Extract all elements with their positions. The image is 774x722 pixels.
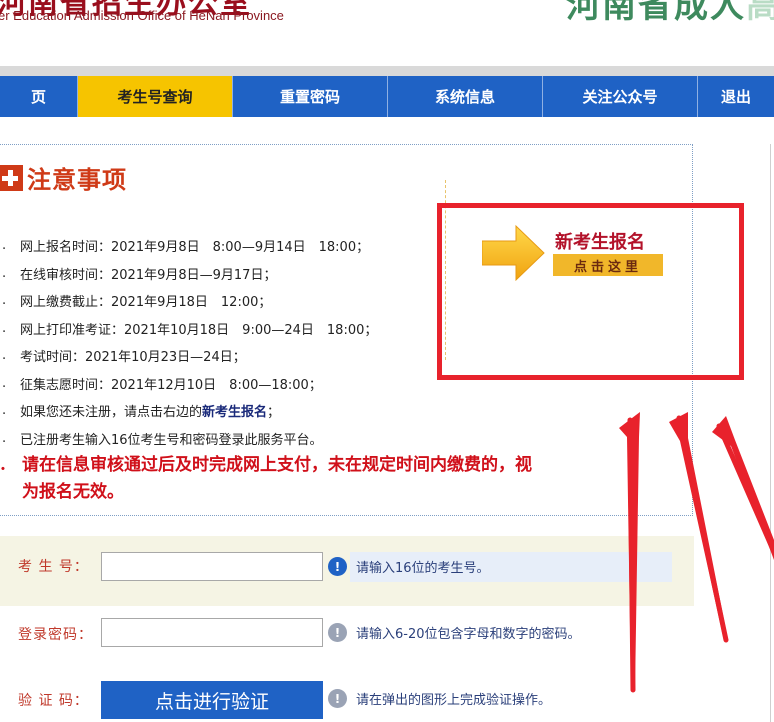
info-icon: ! <box>328 689 347 708</box>
nav-tab-system-info[interactable]: 系统信息 <box>388 76 543 117</box>
nav-tab-exam-no-query[interactable]: 考生号查询 <box>78 76 233 117</box>
exam-no-label: 考 生 号： <box>18 559 89 575</box>
brand-title-right: 河南省成人高 <box>566 0 774 27</box>
notice-item: . 网上缴费截止：2021年9月18日 12:00； <box>2 293 272 311</box>
notice-item: . 征集志愿时间：2021年12月10日 8:00—18:00； <box>2 375 322 393</box>
register-click-here[interactable]: 点击这里 <box>553 254 663 276</box>
nav-tab-follow-account[interactable]: 关注公众号 <box>543 76 698 117</box>
exam-no-hint: 请输入16位的考生号。 <box>356 561 490 576</box>
captcha-label: 验 证 码： <box>18 693 89 709</box>
plus-icon <box>0 164 23 191</box>
notice-item: . 在线审核时间：2021年9月8日—9月17日； <box>2 265 277 283</box>
notice-item: . 已注册考生输入16位考生号和密码登录此服务平台。 <box>2 430 323 448</box>
header-strip <box>0 66 774 76</box>
right-frame <box>770 144 774 722</box>
site-header: 河南省招生办公室 er Education Admission Office o… <box>0 0 774 66</box>
exam-no-input[interactable] <box>101 552 323 581</box>
captcha-verify-button[interactable]: 点击进行验证 <box>101 681 323 719</box>
notice-item: . 考试时间：2021年10月23日—24日； <box>2 348 246 366</box>
logo-english: er Education Admission Office of HeNan P… <box>0 8 284 23</box>
notice-item: . 网上打印准考证：2021年10月18日 9:00—24日 18:00； <box>2 320 378 338</box>
nav-tab-reset-password[interactable]: 重置密码 <box>233 76 388 117</box>
nav-tab-logout[interactable]: 退出 <box>698 76 774 117</box>
new-student-register-link[interactable]: 新考生报名 <box>202 401 267 420</box>
notice-title: 注意事项 <box>0 160 127 195</box>
new-student-register-button[interactable]: 新考生报名 点击这里 <box>482 224 667 284</box>
brand-title-text: 河南省成人 <box>566 0 746 26</box>
notice-item: . 如果您还未注册，请点击右边的 新考生报名； <box>2 401 281 421</box>
annotation-arrow-icon <box>712 416 774 560</box>
payment-warning: . 请在信息审核通过后及时完成网上支付，未在规定时间内缴费的，视 为报名无效。 <box>0 455 532 502</box>
notice-list: . 网上报名时间：2021年9月8日 8:00—9月14日 18:00； . 在线审… <box>0 232 440 452</box>
nav-tab-home[interactable]: 页 <box>0 76 78 117</box>
arrow-right-icon <box>482 224 545 282</box>
notice-title-text: 注意事项 <box>27 165 127 194</box>
main-nav: 页 考生号查询 重置密码 系统信息 关注公众号 退出 <box>0 76 774 117</box>
password-hint: 请输入6-20位包含字母和数字的密码。 <box>356 627 581 642</box>
info-icon: ! <box>328 557 347 576</box>
info-icon: ! <box>328 623 347 642</box>
brand-title-fade: 高 <box>746 0 774 26</box>
captcha-hint: 请在弹出的图形上完成验证操作。 <box>356 693 552 708</box>
register-label: 新考生报名 <box>555 232 645 253</box>
password-input[interactable] <box>101 618 323 647</box>
notice-item: . 网上报名时间：2021年9月8日 8:00—9月14日 18:00； <box>2 238 370 256</box>
password-label: 登录密码： <box>18 627 93 643</box>
